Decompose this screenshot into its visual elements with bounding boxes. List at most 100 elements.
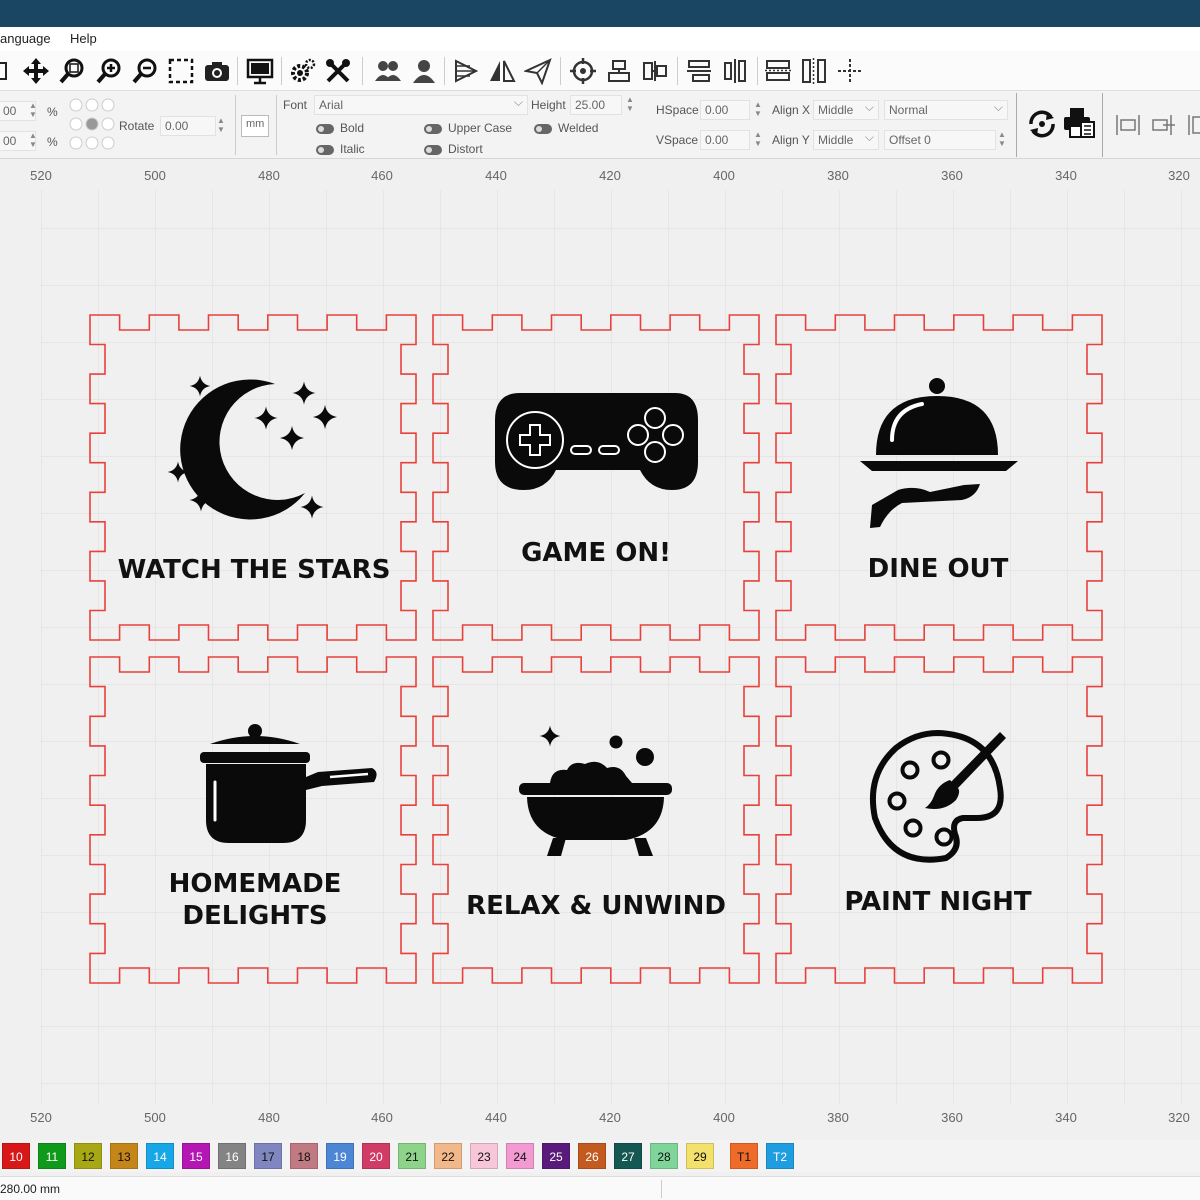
- ruler-tick: 520: [30, 168, 52, 183]
- layer-swatch-26[interactable]: 26: [578, 1143, 606, 1169]
- align-y-select[interactable]: Middle: [813, 130, 879, 150]
- bottom-ruler: 520 500 480 460 440 420 400 380 360 340 …: [0, 1110, 1200, 1130]
- settings-icon[interactable]: [287, 55, 319, 87]
- vspace-spinner[interactable]: ▲ ▼: [753, 130, 763, 150]
- spacing-icon[interactable]: [798, 55, 830, 87]
- layer-swatch-19[interactable]: 19: [326, 1143, 354, 1169]
- layer-swatch-15[interactable]: 15: [182, 1143, 210, 1169]
- hspace-label: HSpace: [656, 103, 699, 117]
- layer-swatch-28[interactable]: 28: [650, 1143, 678, 1169]
- layer-swatch-13[interactable]: 13: [110, 1143, 138, 1169]
- offset-field[interactable]: Offset 0: [884, 130, 996, 150]
- rotate-label: Rotate: [119, 119, 155, 133]
- italic-toggle[interactable]: Italic: [316, 142, 365, 156]
- tools-icon[interactable]: [322, 55, 354, 87]
- vspace-field[interactable]: 0.00: [700, 130, 750, 150]
- send-icon[interactable]: [522, 55, 554, 87]
- layer-swatch-11[interactable]: 11: [38, 1143, 66, 1169]
- distort-toggle[interactable]: Distort: [424, 142, 483, 156]
- zoom-fit-icon[interactable]: [56, 55, 88, 87]
- group-icon[interactable]: [372, 55, 404, 87]
- layer-swatch-10[interactable]: 10: [2, 1143, 30, 1169]
- card-title-paint-night: PAINT NIGHT: [844, 887, 1032, 917]
- card-title-watch-the-stars: WATCH THE STARS: [118, 555, 391, 585]
- layer-swatch-21[interactable]: 21: [398, 1143, 426, 1169]
- move-icon[interactable]: [20, 55, 52, 87]
- layer-swatch-24[interactable]: 24: [506, 1143, 534, 1169]
- mode-select[interactable]: Normal: [884, 100, 1008, 120]
- target-icon[interactable]: [567, 55, 599, 87]
- height-label: Height: [531, 98, 566, 112]
- ruler-tick: 420: [599, 168, 621, 183]
- title-bar: [0, 0, 1200, 27]
- hspace-spinner[interactable]: ▲ ▼: [753, 100, 763, 120]
- offset-spinner[interactable]: ▲ ▼: [997, 130, 1007, 150]
- ruler-tick: 400: [713, 1110, 735, 1125]
- ruler-tick: 500: [144, 168, 166, 183]
- font-label: Font: [283, 98, 308, 112]
- layer-swatch-20[interactable]: 20: [362, 1143, 390, 1169]
- layer-swatch-22[interactable]: 22: [434, 1143, 462, 1169]
- menu-help[interactable]: Help: [70, 31, 97, 46]
- main-toolbar: [0, 51, 1200, 91]
- status-bar: 280.00 mm: [0, 1176, 1200, 1200]
- upper-case-toggle[interactable]: Upper Case: [424, 121, 512, 135]
- bold-toggle[interactable]: Bold: [316, 121, 364, 135]
- layer-swatch-23[interactable]: 23: [470, 1143, 498, 1169]
- height-spinner[interactable]: ▲ ▼: [625, 95, 635, 115]
- anchor-grid-icon[interactable]: [68, 96, 116, 152]
- distribute-v-icon[interactable]: [719, 55, 751, 87]
- position-y-spinner[interactable]: ▲ ▼: [28, 131, 38, 151]
- align-side-icon[interactable]: [639, 55, 671, 87]
- layer-swatch-t1[interactable]: T1: [730, 1143, 758, 1169]
- layer-swatch-16[interactable]: 16: [218, 1143, 246, 1169]
- flip-horizontal-icon[interactable]: [450, 55, 482, 87]
- layer-swatch-27[interactable]: 27: [614, 1143, 642, 1169]
- layer-swatch-14[interactable]: 14: [146, 1143, 174, 1169]
- distribute-h-icon[interactable]: [683, 55, 715, 87]
- ruler-tick: 440: [485, 168, 507, 183]
- ruler-tick: 380: [827, 168, 849, 183]
- rotate-field[interactable]: 0.00: [160, 116, 216, 136]
- layer-swatch-29[interactable]: 29: [686, 1143, 714, 1169]
- align-top-icon[interactable]: [603, 55, 635, 87]
- ruler-tick: 360: [941, 1110, 963, 1125]
- font-select[interactable]: Arial: [314, 95, 528, 115]
- array-icon[interactable]: [762, 55, 794, 87]
- ruler-tick: 480: [258, 1110, 280, 1125]
- zoom-out-icon[interactable]: [129, 55, 161, 87]
- print-icon[interactable]: [1063, 107, 1095, 139]
- layer-swatch-18[interactable]: 18: [290, 1143, 318, 1169]
- position-x-spinner[interactable]: ▲ ▼: [28, 101, 38, 121]
- zoom-in-icon[interactable]: [93, 55, 125, 87]
- camera-icon[interactable]: [201, 55, 233, 87]
- layer-swatch-25[interactable]: 25: [542, 1143, 570, 1169]
- refresh-icon[interactable]: [1027, 109, 1057, 139]
- mirror-icon[interactable]: [486, 55, 518, 87]
- rotate-spinner[interactable]: ▲ ▼: [216, 116, 226, 136]
- height-field[interactable]: 25.00: [570, 95, 622, 115]
- select-rect-icon[interactable]: [165, 55, 197, 87]
- crosshair-icon[interactable]: [834, 55, 866, 87]
- ruler-tick: 440: [485, 1110, 507, 1125]
- align-x-select[interactable]: Middle: [813, 100, 879, 120]
- layer-swatch-t2[interactable]: T2: [766, 1143, 794, 1169]
- top-ruler: 520 500 480 460 440 420 400 380 360 340 …: [0, 168, 1200, 188]
- ruler-tick: 320: [1168, 168, 1190, 183]
- layer-swatch-12[interactable]: 12: [74, 1143, 102, 1169]
- ruler-tick: 340: [1055, 168, 1077, 183]
- user-icon[interactable]: [408, 55, 440, 87]
- unit-button[interactable]: mm: [241, 115, 269, 137]
- card-title-relax-unwind: RELAX & UNWIND: [466, 891, 726, 921]
- welded-toggle[interactable]: Welded: [534, 121, 598, 135]
- menu-language[interactable]: anguage: [0, 31, 51, 46]
- canvas-drawing[interactable]: WATCH THE STARS GAME ON! DINE OUT HOMEMA…: [0, 190, 1200, 1105]
- layer-swatch-17[interactable]: 17: [254, 1143, 282, 1169]
- monitor-icon[interactable]: [244, 55, 276, 87]
- vspace-label: VSpace: [656, 133, 699, 147]
- ruler-tick: 320: [1168, 1110, 1190, 1125]
- open-icon[interactable]: [0, 55, 18, 87]
- hspace-field[interactable]: 0.00: [700, 100, 750, 120]
- design-canvas[interactable]: WATCH THE STARS GAME ON! DINE OUT HOMEMA…: [0, 190, 1200, 1105]
- align-tools-icon[interactable]: [1113, 111, 1200, 139]
